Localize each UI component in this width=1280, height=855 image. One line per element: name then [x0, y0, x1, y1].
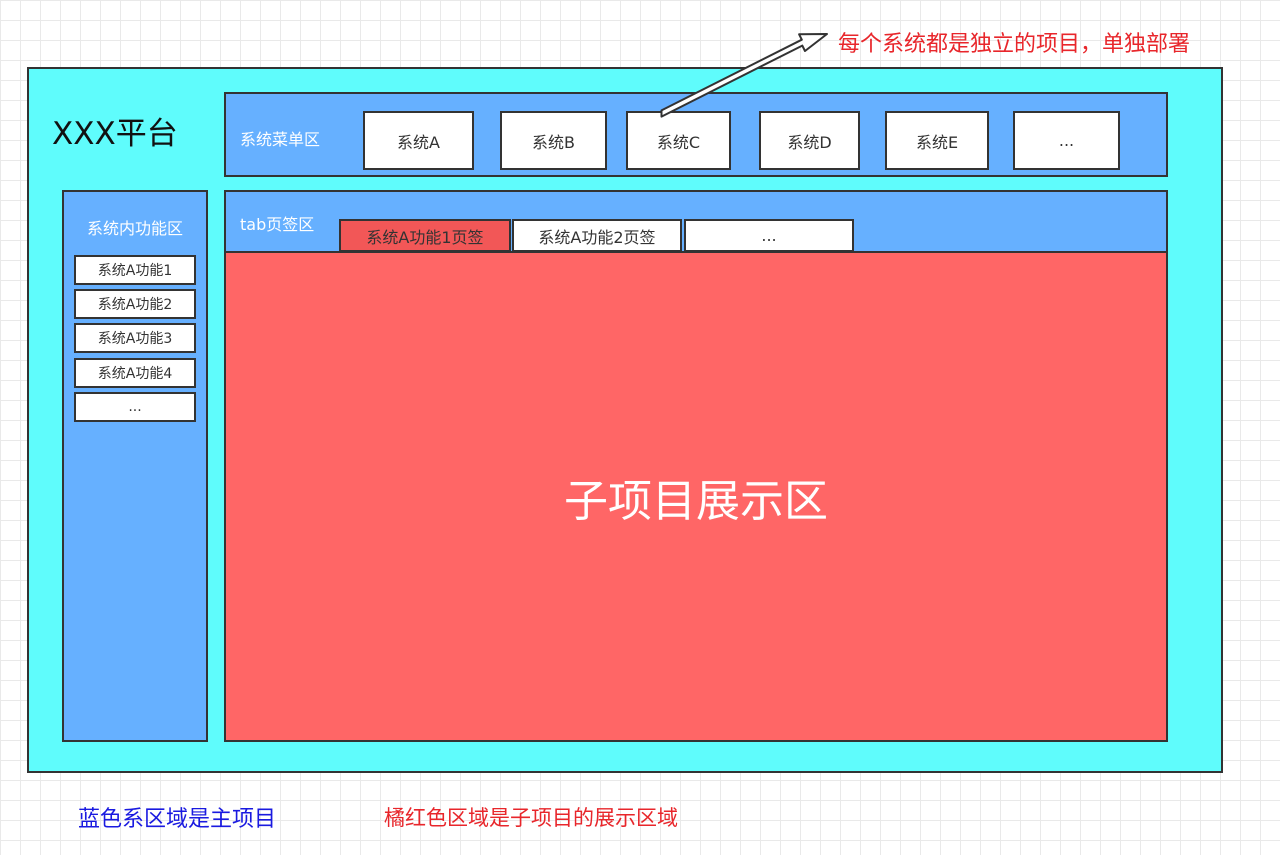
subproject-display-area: 子项目展示区 — [224, 251, 1168, 742]
system-button-c[interactable]: 系统C — [626, 111, 731, 170]
legend-blue-main-project: 蓝色系区域是主项目 — [78, 807, 277, 832]
system-button-more[interactable]: ... — [1013, 111, 1120, 170]
function-item-3[interactable]: 系统A功能3 — [74, 323, 196, 353]
function-item-4[interactable]: 系统A功能4 — [74, 358, 196, 388]
tab-function-2[interactable]: 系统A功能2页签 — [512, 219, 682, 252]
platform-title: XXX平台 — [52, 116, 178, 152]
function-panel-label: 系统内功能区 — [86, 219, 183, 238]
function-item-1[interactable]: 系统A功能1 — [74, 255, 196, 285]
display-area-title: 子项目展示区 — [564, 475, 828, 527]
system-menu-label: 系统菜单区 — [240, 130, 321, 149]
annotation-independent-deploy: 每个系统都是独立的项目，单独部署 — [838, 32, 1191, 57]
tab-function-1[interactable]: 系统A功能1页签 — [339, 219, 511, 252]
function-item-more[interactable]: ... — [74, 392, 196, 422]
system-button-b[interactable]: 系统B — [500, 111, 607, 170]
legend-red-subproject-area: 橘红色区域是子项目的展示区域 — [384, 806, 678, 830]
system-button-a[interactable]: 系统A — [363, 111, 474, 170]
system-button-d[interactable]: 系统D — [759, 111, 860, 170]
tab-bar-label: tab页签区 — [240, 215, 315, 234]
system-button-e[interactable]: 系统E — [885, 111, 989, 170]
tab-more[interactable]: ... — [684, 219, 854, 252]
function-item-2[interactable]: 系统A功能2 — [74, 289, 196, 319]
